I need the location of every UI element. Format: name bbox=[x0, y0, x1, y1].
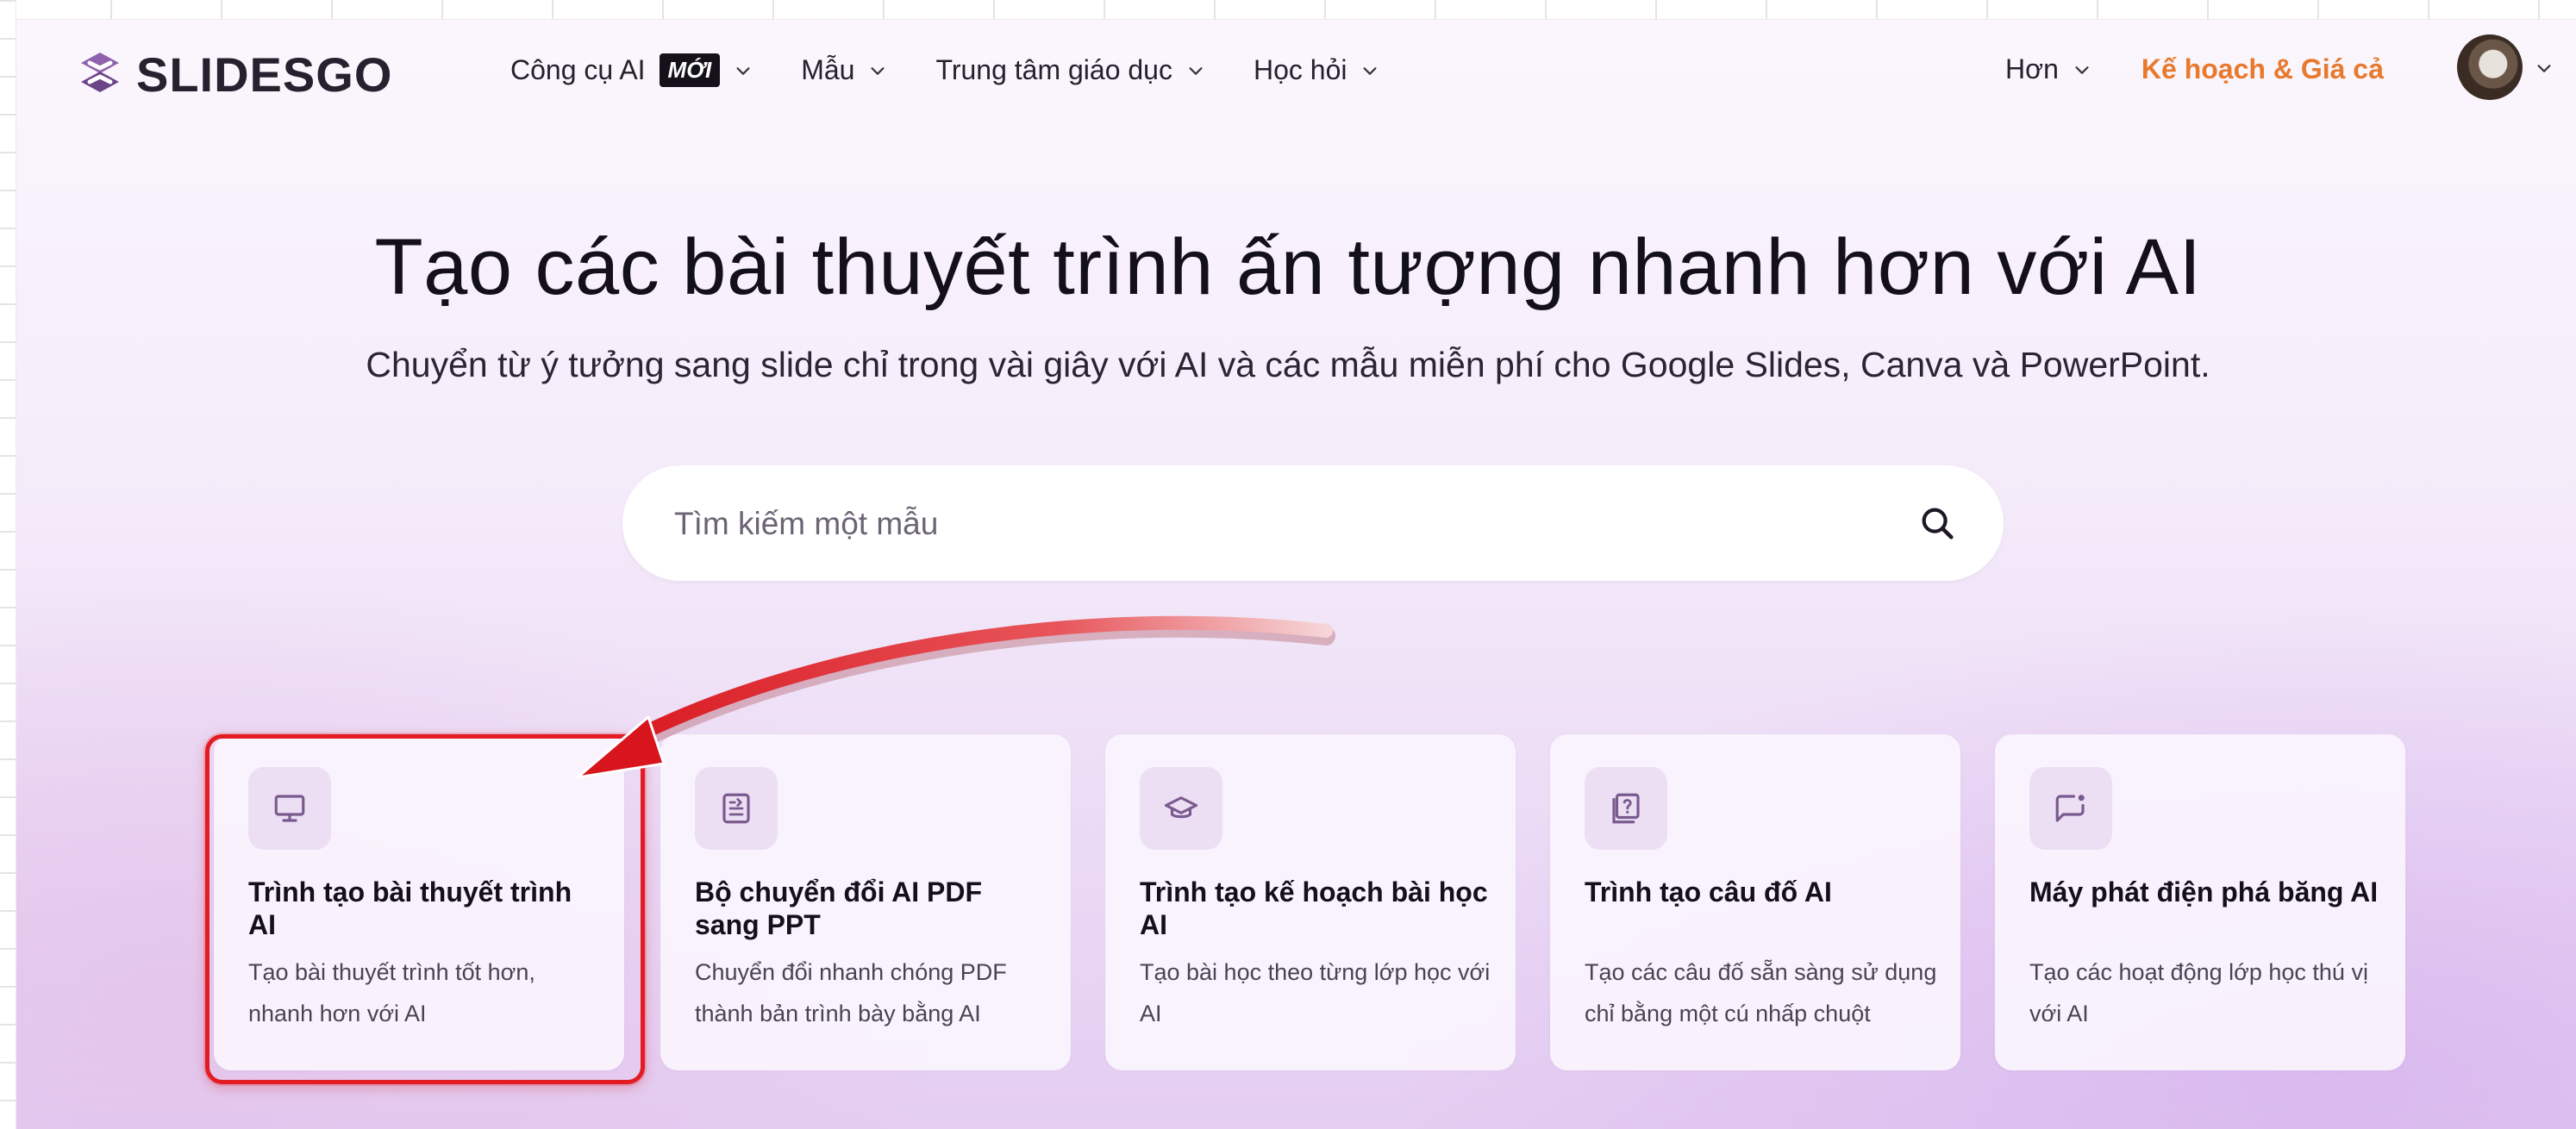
new-badge: MỚI bbox=[659, 53, 721, 87]
nav-item-learn[interactable]: Học hỏi bbox=[1254, 54, 1380, 86]
spreadsheet-row-strip bbox=[0, 0, 16, 1129]
graduation-cap-icon bbox=[1140, 767, 1222, 850]
avatar[interactable] bbox=[2457, 34, 2523, 100]
card-title: Trình tạo câu đố AI bbox=[1585, 876, 1832, 908]
card-title: Máy phát điện phá băng AI bbox=[2029, 876, 2379, 908]
page-title: Tạo các bài thuyết trình ấn tượng nhanh … bbox=[374, 223, 2202, 311]
nav-item-ai-tools[interactable]: Công cụ AI MỚI bbox=[510, 53, 753, 87]
header-right: Hơn Kế hoạch & Giá cả bbox=[2005, 53, 2384, 85]
page-subtitle: Chuyển từ ý tưởng sang slide chỉ trong v… bbox=[366, 345, 2210, 384]
card-description: Tạo các hoạt động lớp học thú vị với AI bbox=[2029, 959, 2368, 1026]
presentation-monitor-icon bbox=[248, 767, 331, 850]
card-ai-lesson-planner[interactable]: Trình tạo kế hoạch bài học AI Tạo bài họ… bbox=[1105, 734, 1516, 1070]
more-label: Hơn bbox=[2005, 53, 2059, 84]
nav-item-label: Mẫu bbox=[801, 54, 855, 85]
nav-item-education-center[interactable]: Trung tâm giáo dục bbox=[935, 54, 1205, 86]
logo[interactable]: SLIDESGO bbox=[76, 47, 392, 103]
search-icon[interactable] bbox=[1917, 503, 1957, 543]
spreadsheet-gridlines bbox=[0, 0, 2576, 20]
card-ai-presentation-maker[interactable]: Trình tạo bài thuyết trình AI Tạo bài th… bbox=[214, 734, 624, 1070]
chevron-down-icon bbox=[871, 66, 885, 75]
logo-text: SLIDESGO bbox=[136, 47, 393, 102]
nav-item-label: Trung tâm giáo dục bbox=[935, 54, 1172, 85]
nav-item-label: Công cụ AI bbox=[510, 54, 646, 85]
card-title: Trình tạo bài thuyết trình AI bbox=[248, 876, 572, 940]
card-description: Tạo bài học theo từng lớp học với AI bbox=[1140, 959, 1491, 1026]
card-description: Tạo các câu đố sẵn sàng sử dụng chỉ bằng… bbox=[1585, 959, 1937, 1026]
search-bar bbox=[622, 465, 2004, 583]
search-input[interactable] bbox=[672, 465, 1840, 583]
chevron-down-icon bbox=[1189, 66, 1203, 75]
pdf-convert-icon bbox=[695, 767, 778, 850]
plans-pricing-link[interactable]: Kế hoạch & Giá cả bbox=[2141, 53, 2384, 85]
card-ai-quiz-maker[interactable]: Trình tạo câu đố AI Tạo các câu đố sẵn s… bbox=[1550, 734, 1960, 1070]
chevron-down-icon[interactable] bbox=[2535, 59, 2554, 78]
nav-item-label: Học hỏi bbox=[1253, 54, 1347, 85]
chat-spark-icon bbox=[2029, 767, 2112, 850]
nav-item-templates[interactable]: Mẫu bbox=[801, 54, 887, 86]
slidesgo-s-icon bbox=[76, 48, 124, 101]
card-description: Chuyển đổi nhanh chóng PDF thành bản trì… bbox=[695, 959, 1007, 1026]
chevron-down-icon bbox=[2075, 65, 2089, 74]
card-description: Tạo bài thuyết trình tốt hơn, nhanh hơn … bbox=[248, 959, 535, 1026]
more-menu-button[interactable]: Hơn bbox=[2005, 53, 2091, 85]
card-title: Bộ chuyển đổi AI PDF sang PPT bbox=[695, 876, 983, 940]
chevron-down-icon bbox=[1363, 66, 1377, 75]
card-pdf-to-ppt[interactable]: Bộ chuyển đổi AI PDF sang PPT Chuyển đổi… bbox=[660, 734, 1071, 1070]
card-title: Trình tạo kế hoạch bài học AI bbox=[1140, 876, 1488, 940]
main-nav: Công cụ AI MỚI Mẫu Trung tâm giáo dục Họ… bbox=[510, 53, 1428, 87]
card-ai-icebreaker-generator[interactable]: Máy phát điện phá băng AI Tạo các hoạt đ… bbox=[1995, 734, 2405, 1070]
quiz-question-icon bbox=[1585, 767, 1667, 850]
chevron-down-icon bbox=[736, 66, 750, 75]
site-header: SLIDESGO Công cụ AI MỚI Mẫu Trung tâm gi… bbox=[0, 34, 2576, 112]
